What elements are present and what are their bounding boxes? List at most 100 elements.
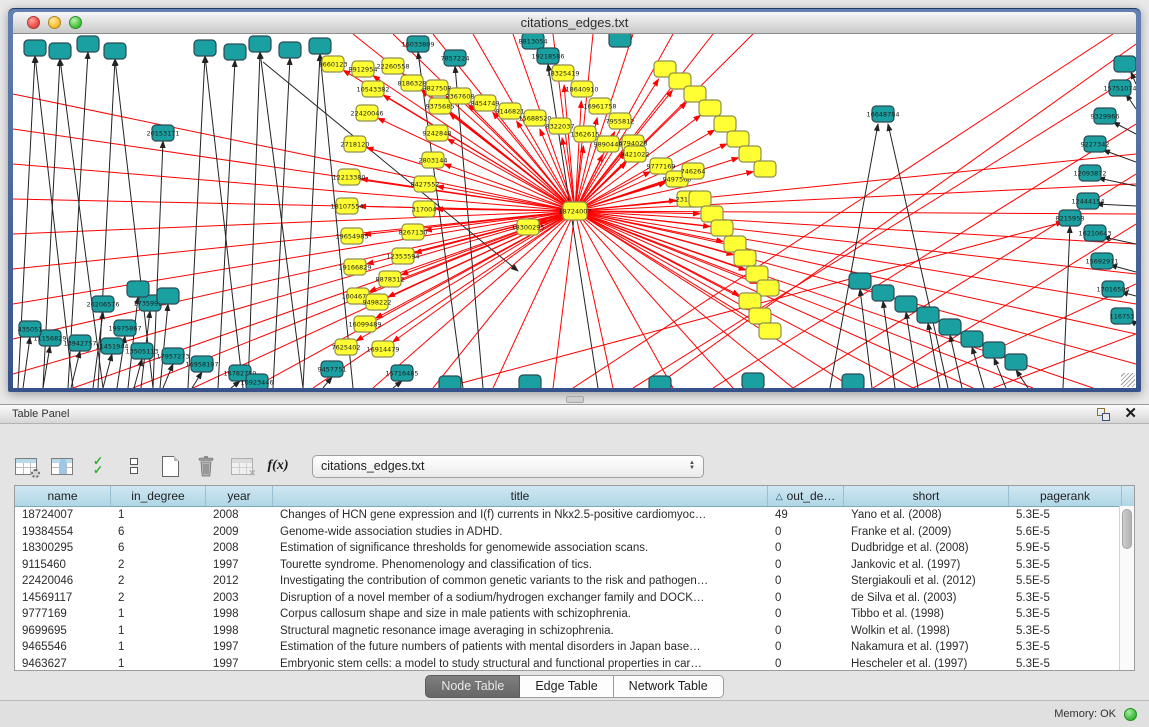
graph-node[interactable] <box>699 100 721 116</box>
panel-divider[interactable] <box>0 392 1149 404</box>
graph-node[interactable]: 18325419 <box>546 65 579 81</box>
graph-node[interactable]: 12213380 <box>332 169 365 185</box>
graph-node[interactable]: 8912954 <box>349 61 378 77</box>
table-selector-dropdown[interactable]: citations_edges.txt ▲▼ <box>312 455 704 478</box>
table-row[interactable]: 1938455462009Genome-wide association stu… <box>15 524 1134 541</box>
graph-node[interactable] <box>1114 56 1136 72</box>
table-row[interactable]: 977716911998Corpus callosum shape and si… <box>15 606 1134 623</box>
graph-node[interactable]: 16958107 <box>185 356 218 372</box>
graph-node[interactable]: 7625402 <box>332 339 361 355</box>
graph-node[interactable]: 7955812 <box>606 113 635 129</box>
table-row[interactable]: 946554611997Estimation of the future num… <box>15 639 1134 656</box>
graph-node[interactable] <box>711 220 733 236</box>
vertical-scrollbar[interactable] <box>1119 506 1134 670</box>
column-header-name[interactable]: name <box>15 486 111 506</box>
table-row[interactable]: 1872400712008Changes of HCN gene express… <box>15 507 1134 524</box>
graph-node[interactable]: 746264 <box>681 163 706 179</box>
graph-node[interactable] <box>609 34 631 47</box>
graph-node[interactable]: 9227342 <box>1081 136 1110 152</box>
graph-node[interactable]: 8660123 <box>319 56 348 72</box>
delete-table-button[interactable]: ✕ <box>230 451 254 481</box>
graph-node[interactable] <box>689 191 711 207</box>
graph-node[interactable]: 16648784 <box>866 106 899 122</box>
graph-node[interactable] <box>754 161 776 177</box>
graph-node[interactable] <box>734 250 756 266</box>
graph-node[interactable]: 16210643 <box>1078 225 1111 241</box>
graph-node[interactable] <box>742 373 764 388</box>
graph-node[interactable] <box>157 288 179 304</box>
graph-node[interactable] <box>739 146 761 162</box>
graph-node[interactable]: 13505113 <box>125 343 158 359</box>
graph-node[interactable] <box>714 116 736 132</box>
graph-node[interactable]: 18640910 <box>565 81 598 97</box>
memory-ok-indicator[interactable] <box>1124 708 1137 721</box>
graph-node[interactable] <box>224 44 246 60</box>
graph-node[interactable]: 8215958 <box>1056 210 1085 226</box>
graph-node[interactable]: 9242848 <box>423 125 452 141</box>
select-all-button[interactable]: ✓✓ <box>86 451 110 481</box>
table-row[interactable]: 969969511998Structural magnetic resonanc… <box>15 623 1134 640</box>
graph-node[interactable] <box>519 375 541 388</box>
graph-node[interactable]: 435051 <box>18 321 43 337</box>
graph-node[interactable]: 19218586 <box>531 48 564 64</box>
new-column-button[interactable] <box>158 451 182 481</box>
function-builder-button[interactable]: f(x) <box>266 451 290 481</box>
scrollbar-thumb[interactable] <box>1122 509 1132 549</box>
column-header-out_de[interactable]: △out_de… <box>768 486 844 506</box>
graph-node[interactable]: 22260558 <box>376 58 409 74</box>
graph-node[interactable]: 15751074 <box>1103 80 1136 96</box>
graph-node[interactable]: 19654985 <box>335 228 368 244</box>
network-graph[interactable]: 1603380978572248813054192185862015317120… <box>13 34 1136 388</box>
column-header-year[interactable]: year <box>206 486 273 506</box>
graph-node[interactable]: 8267130 <box>399 224 428 240</box>
graph-node[interactable]: 15716485 <box>385 365 418 381</box>
minimize-window-button[interactable] <box>48 16 61 29</box>
graph-node[interactable]: 2803144 <box>419 152 448 168</box>
graph-node[interactable]: 8427552 <box>411 176 440 192</box>
graph-node[interactable]: 8878312 <box>376 271 405 287</box>
network-window-titlebar[interactable]: citations_edges.txt <box>13 12 1136 34</box>
graph-node[interactable] <box>939 319 961 335</box>
graph-node[interactable] <box>309 38 331 54</box>
graph-node[interactable] <box>104 43 126 59</box>
float-panel-icon[interactable] <box>1097 408 1110 421</box>
graph-node[interactable] <box>895 296 917 312</box>
graph-node[interactable] <box>983 342 1005 358</box>
zoom-window-button[interactable] <box>69 16 82 29</box>
tab-edge-table[interactable]: Edge Table <box>520 675 613 698</box>
graph-node[interactable]: 9498222 <box>363 294 392 310</box>
divider-handle[interactable] <box>566 396 584 403</box>
graph-node[interactable]: 2718120 <box>341 136 370 152</box>
graph-node[interactable]: 15692971 <box>1085 253 1118 269</box>
graph-node[interactable] <box>961 331 983 347</box>
column-header-pagerank[interactable]: pagerank <box>1009 486 1122 506</box>
graph-node[interactable]: 9329966 <box>1091 108 1120 124</box>
row-height-button[interactable] <box>122 451 146 481</box>
graph-node[interactable] <box>739 293 761 309</box>
graph-node[interactable] <box>77 36 99 52</box>
table-row[interactable]: 2242004622012Investigating the contribut… <box>15 573 1134 590</box>
graph-node[interactable] <box>439 376 461 388</box>
graph-node[interactable] <box>127 281 149 297</box>
graph-node[interactable]: 9421022 <box>621 146 650 162</box>
graph-node[interactable]: 12444154 <box>1071 193 1104 209</box>
tab-network-table[interactable]: Network Table <box>614 675 724 698</box>
graph-node[interactable]: 17016504 <box>1096 281 1129 297</box>
graph-node[interactable] <box>49 43 71 59</box>
table-row[interactable]: 1830029562008Estimation of significance … <box>15 540 1134 557</box>
column-visibility-button[interactable] <box>50 451 74 481</box>
close-window-button[interactable] <box>27 16 40 29</box>
table-row[interactable]: 946362711997Embryonic stem cells: a mode… <box>15 656 1134 672</box>
graph-node[interactable]: 16099489 <box>348 316 381 332</box>
graph-node[interactable]: 8813054 <box>519 34 548 49</box>
graph-node[interactable] <box>1005 354 1027 370</box>
graph-node[interactable]: 116753 <box>1110 308 1135 324</box>
graph-node[interactable] <box>194 40 216 56</box>
graph-node[interactable]: 16914479 <box>366 341 399 357</box>
graph-node[interactable]: 317004 <box>412 201 437 217</box>
graph-node[interactable] <box>727 131 749 147</box>
graph-node[interactable] <box>24 40 46 56</box>
column-header-short[interactable]: short <box>844 486 1009 506</box>
graph-node[interactable]: 18724007 <box>558 202 591 220</box>
graph-node[interactable]: 12353594 <box>386 248 419 264</box>
